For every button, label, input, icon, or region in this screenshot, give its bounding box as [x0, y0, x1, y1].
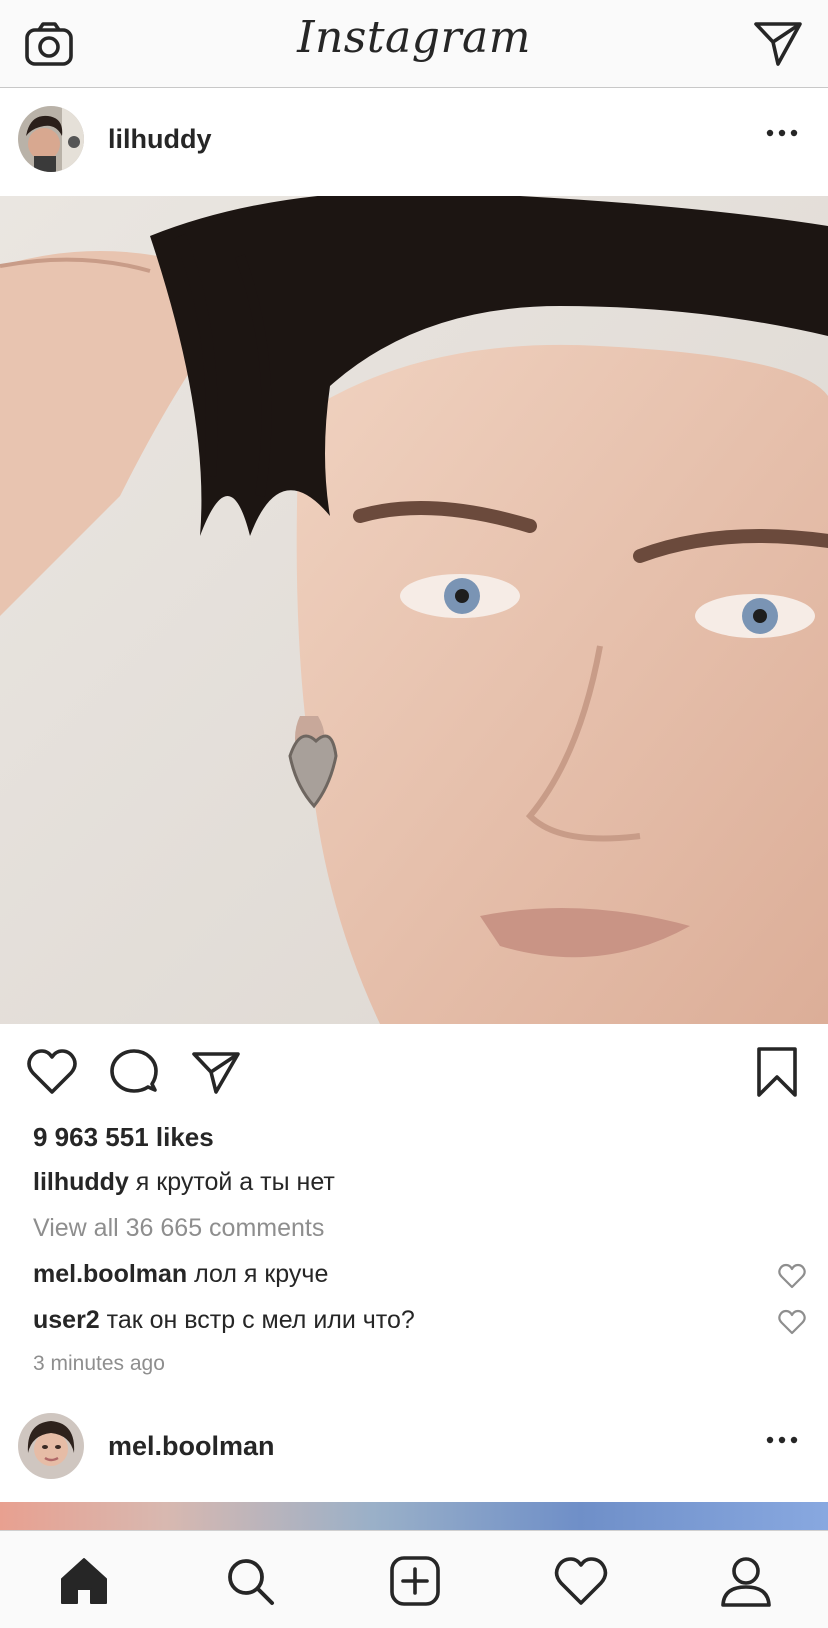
- search-icon[interactable]: [222, 1553, 278, 1609]
- bookmark-icon[interactable]: [752, 1046, 804, 1098]
- comment-icon[interactable]: [108, 1046, 160, 1098]
- post-actions: [0, 1040, 828, 1110]
- direct-message-icon[interactable]: [752, 18, 804, 68]
- profile-icon[interactable]: [718, 1553, 774, 1609]
- caption-text: я крутой а ты нет: [128, 1168, 335, 1196]
- caption-username[interactable]: lilhuddy: [33, 1168, 129, 1196]
- post-header: lilhuddy: [0, 88, 828, 192]
- like-heart-icon[interactable]: [26, 1046, 78, 1098]
- comment-row: mel.boolman лол я круче: [33, 1260, 328, 1289]
- comment-username[interactable]: mel.boolman: [33, 1260, 187, 1288]
- post-timestamp: 3 minutes ago: [33, 1352, 165, 1375]
- comment-username[interactable]: user2: [33, 1306, 100, 1334]
- post-username[interactable]: lilhuddy: [108, 124, 212, 155]
- comment-like-heart-icon[interactable]: [778, 1309, 806, 1335]
- avatar[interactable]: [18, 106, 84, 172]
- view-all-comments-link[interactable]: View all 36 665 comments: [33, 1214, 324, 1243]
- bottom-navigation: [0, 1530, 828, 1628]
- top-bar: Instagram: [0, 0, 828, 88]
- post-caption: lilhuddy я крутой а ты нет: [33, 1168, 335, 1197]
- comment-text: так он встр с мел или что?: [99, 1306, 415, 1334]
- instagram-feed: Instagram lilhuddy 9 963 551 likes lilhu…: [0, 0, 828, 1628]
- avatar[interactable]: [18, 1413, 84, 1479]
- comment-row: user2 так он встр с мел или что?: [33, 1306, 415, 1335]
- comment-like-heart-icon[interactable]: [778, 1263, 806, 1289]
- more-options-icon[interactable]: [762, 1425, 802, 1455]
- post-header: mel.boolman: [0, 1395, 828, 1499]
- comment-text: лол я круче: [187, 1260, 329, 1288]
- instagram-logo: Instagram: [297, 12, 531, 63]
- new-post-icon[interactable]: [387, 1553, 443, 1609]
- likes-count[interactable]: 9 963 551 likes: [33, 1122, 214, 1153]
- post-photo[interactable]: [0, 196, 828, 1024]
- share-icon[interactable]: [190, 1046, 242, 1098]
- post-username[interactable]: mel.boolman: [108, 1431, 275, 1462]
- activity-icon[interactable]: [553, 1553, 609, 1609]
- home-icon[interactable]: [56, 1553, 112, 1609]
- more-options-icon[interactable]: [762, 118, 802, 148]
